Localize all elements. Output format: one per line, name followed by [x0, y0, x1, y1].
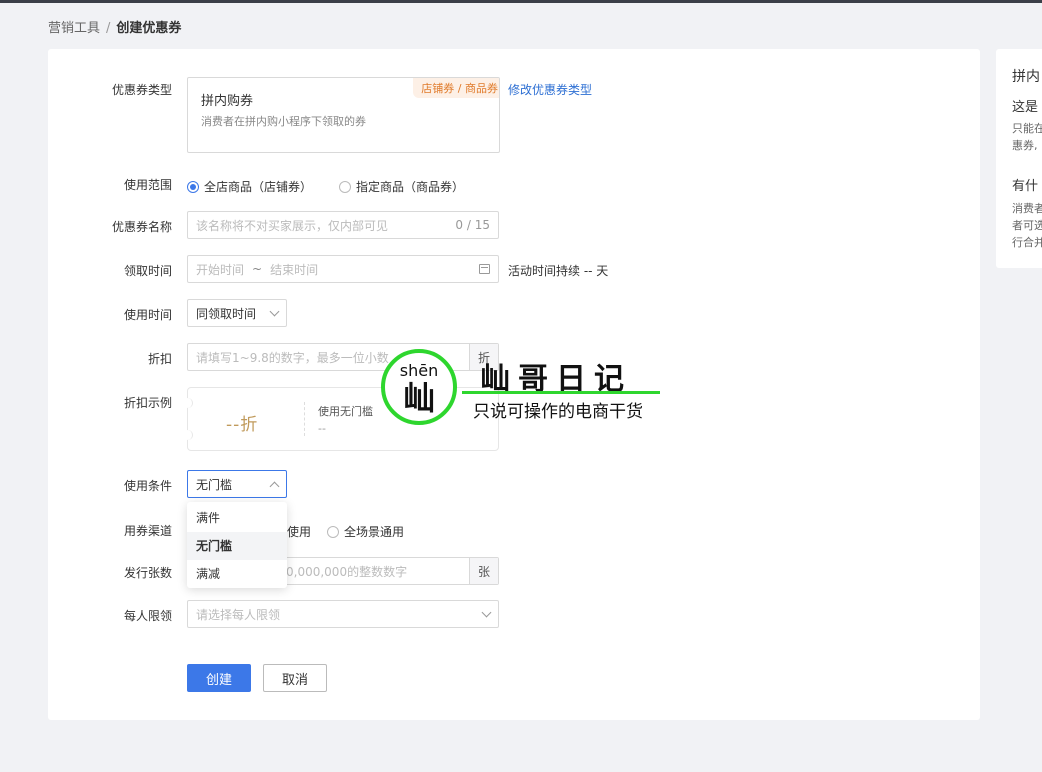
scope-radio-specified-goods[interactable]: 指定商品（商品券）	[339, 178, 464, 195]
side-panel-title: 拼内	[1012, 69, 1040, 85]
top-bar	[0, 0, 1042, 3]
side-panel-answer-1b: 惠券,	[1012, 139, 1038, 152]
help-side-panel: 拼内 这是 只能在 惠券, 有什 消费者 者可选 行合并	[996, 49, 1042, 268]
claim-end-placeholder: 结束时间	[270, 262, 319, 277]
radio-checked-icon	[187, 180, 199, 193]
side-panel-answer-2a: 消费者	[1012, 202, 1042, 215]
ticket-condition: 使用无门槛	[318, 405, 373, 418]
watermark-underline	[462, 391, 660, 394]
issue-count-placeholder: 0,000,000的整数数字	[286, 564, 408, 579]
change-coupon-type-link[interactable]: 修改优惠券类型	[508, 81, 592, 98]
watermark-char: 屾	[402, 379, 435, 417]
breadcrumb-parent[interactable]: 营销工具	[48, 21, 100, 36]
coupon-name-placeholder: 该名称将不对买家展示，仅内部可见	[196, 218, 389, 233]
per-person-limit-select[interactable]: 请选择每人限领	[187, 600, 499, 628]
coupon-type-tag: 店铺券 / 商品券	[413, 78, 499, 98]
radio-unchecked-icon	[339, 180, 351, 193]
scope-radio-all-store[interactable]: 全店商品（店铺券）	[187, 178, 312, 195]
discount-example-label: 折扣示例	[123, 396, 172, 410]
claim-start-placeholder: 开始时间	[196, 262, 245, 277]
dropdown-option-full-items[interactable]: 满件	[187, 504, 287, 532]
breadcrumb-current: 创建优惠券	[116, 21, 182, 36]
side-panel-question-1: 这是	[1012, 100, 1039, 115]
claim-duration-text: 活动时间持续 -- 天	[508, 264, 609, 278]
scope-option-label: 全店商品（店铺券）	[204, 180, 313, 194]
create-button[interactable]: 创建	[187, 664, 251, 692]
claim-range-separator: ~	[252, 262, 263, 276]
use-time-select[interactable]: 同领取时间	[187, 299, 287, 327]
ticket-notch	[183, 398, 193, 408]
chevron-down-icon	[481, 607, 492, 617]
use-condition-label: 使用条件	[123, 479, 172, 493]
use-time-value: 同领取时间	[196, 306, 257, 321]
scope-label: 使用范围	[123, 178, 172, 192]
ticket-discount-value: --折	[226, 415, 259, 435]
dropdown-option-full-reduction[interactable]: 满减	[187, 560, 287, 588]
use-condition-select[interactable]: 无门槛	[187, 470, 287, 498]
side-panel-answer-1a: 只能在	[1012, 122, 1042, 135]
scope-option-label: 指定商品（商品券）	[356, 180, 465, 194]
coupon-type-name: 拼内购券	[201, 94, 254, 109]
coupon-name-counter: 0 / 15	[455, 218, 490, 232]
watermark-subtitle: 只说可操作的电商干货	[473, 402, 643, 422]
claim-time-range-picker[interactable]: 开始时间 ~ 结束时间	[187, 255, 499, 283]
breadcrumb: 营销工具 / 创建优惠券	[48, 17, 181, 36]
ticket-divider	[304, 402, 305, 436]
issue-count-label: 发行张数	[123, 566, 172, 580]
discount-placeholder: 请填写1~9.8的数字，最多一位小数	[196, 350, 389, 365]
coupon-type-card: 拼内购券 消费者在拼内购小程序下领取的券 店铺券 / 商品券	[187, 77, 500, 153]
chevron-up-icon	[269, 481, 280, 491]
cancel-button[interactable]: 取消	[263, 664, 327, 692]
radio-unchecked-icon	[327, 525, 339, 538]
calendar-icon	[479, 264, 490, 274]
per-person-limit-placeholder: 请选择每人限领	[196, 607, 281, 622]
use-time-label: 使用时间	[123, 308, 172, 322]
per-person-limit-label: 每人限领	[123, 609, 172, 623]
side-panel-question-2: 有什	[1012, 179, 1039, 194]
use-condition-value: 无门槛	[196, 477, 233, 492]
coupon-type-desc: 消费者在拼内购小程序下领取的券	[201, 115, 366, 128]
watermark-pinyin: shēn	[399, 361, 439, 380]
ticket-condition-desc: --	[318, 422, 326, 435]
channel-label: 用券渠道	[123, 524, 172, 538]
use-condition-dropdown: 满件 无门槛 满减	[187, 502, 287, 588]
watermark-logo-circle: shēn 屾	[381, 349, 457, 425]
channel-option-partial[interactable]: 使用	[287, 523, 311, 540]
chevron-down-icon	[269, 306, 280, 316]
discount-label: 折扣	[147, 352, 172, 366]
breadcrumb-separator: /	[106, 21, 111, 36]
coupon-type-label: 优惠券类型	[111, 83, 172, 97]
side-panel-answer-2b: 者可选	[1012, 219, 1042, 232]
side-panel-answer-2c: 行合并	[1012, 236, 1042, 249]
coupon-name-label: 优惠券名称	[111, 220, 172, 234]
coupon-name-input[interactable]: 该名称将不对买家展示，仅内部可见 0 / 15	[187, 211, 499, 239]
dropdown-option-no-threshold[interactable]: 无门槛	[187, 532, 287, 560]
channel-option-label: 全场景通用	[344, 525, 405, 539]
claim-time-label: 领取时间	[123, 264, 172, 278]
issue-count-suffix: 张	[469, 558, 498, 584]
ticket-notch	[183, 430, 193, 440]
channel-radio-all-scenes[interactable]: 全场景通用	[327, 523, 404, 540]
